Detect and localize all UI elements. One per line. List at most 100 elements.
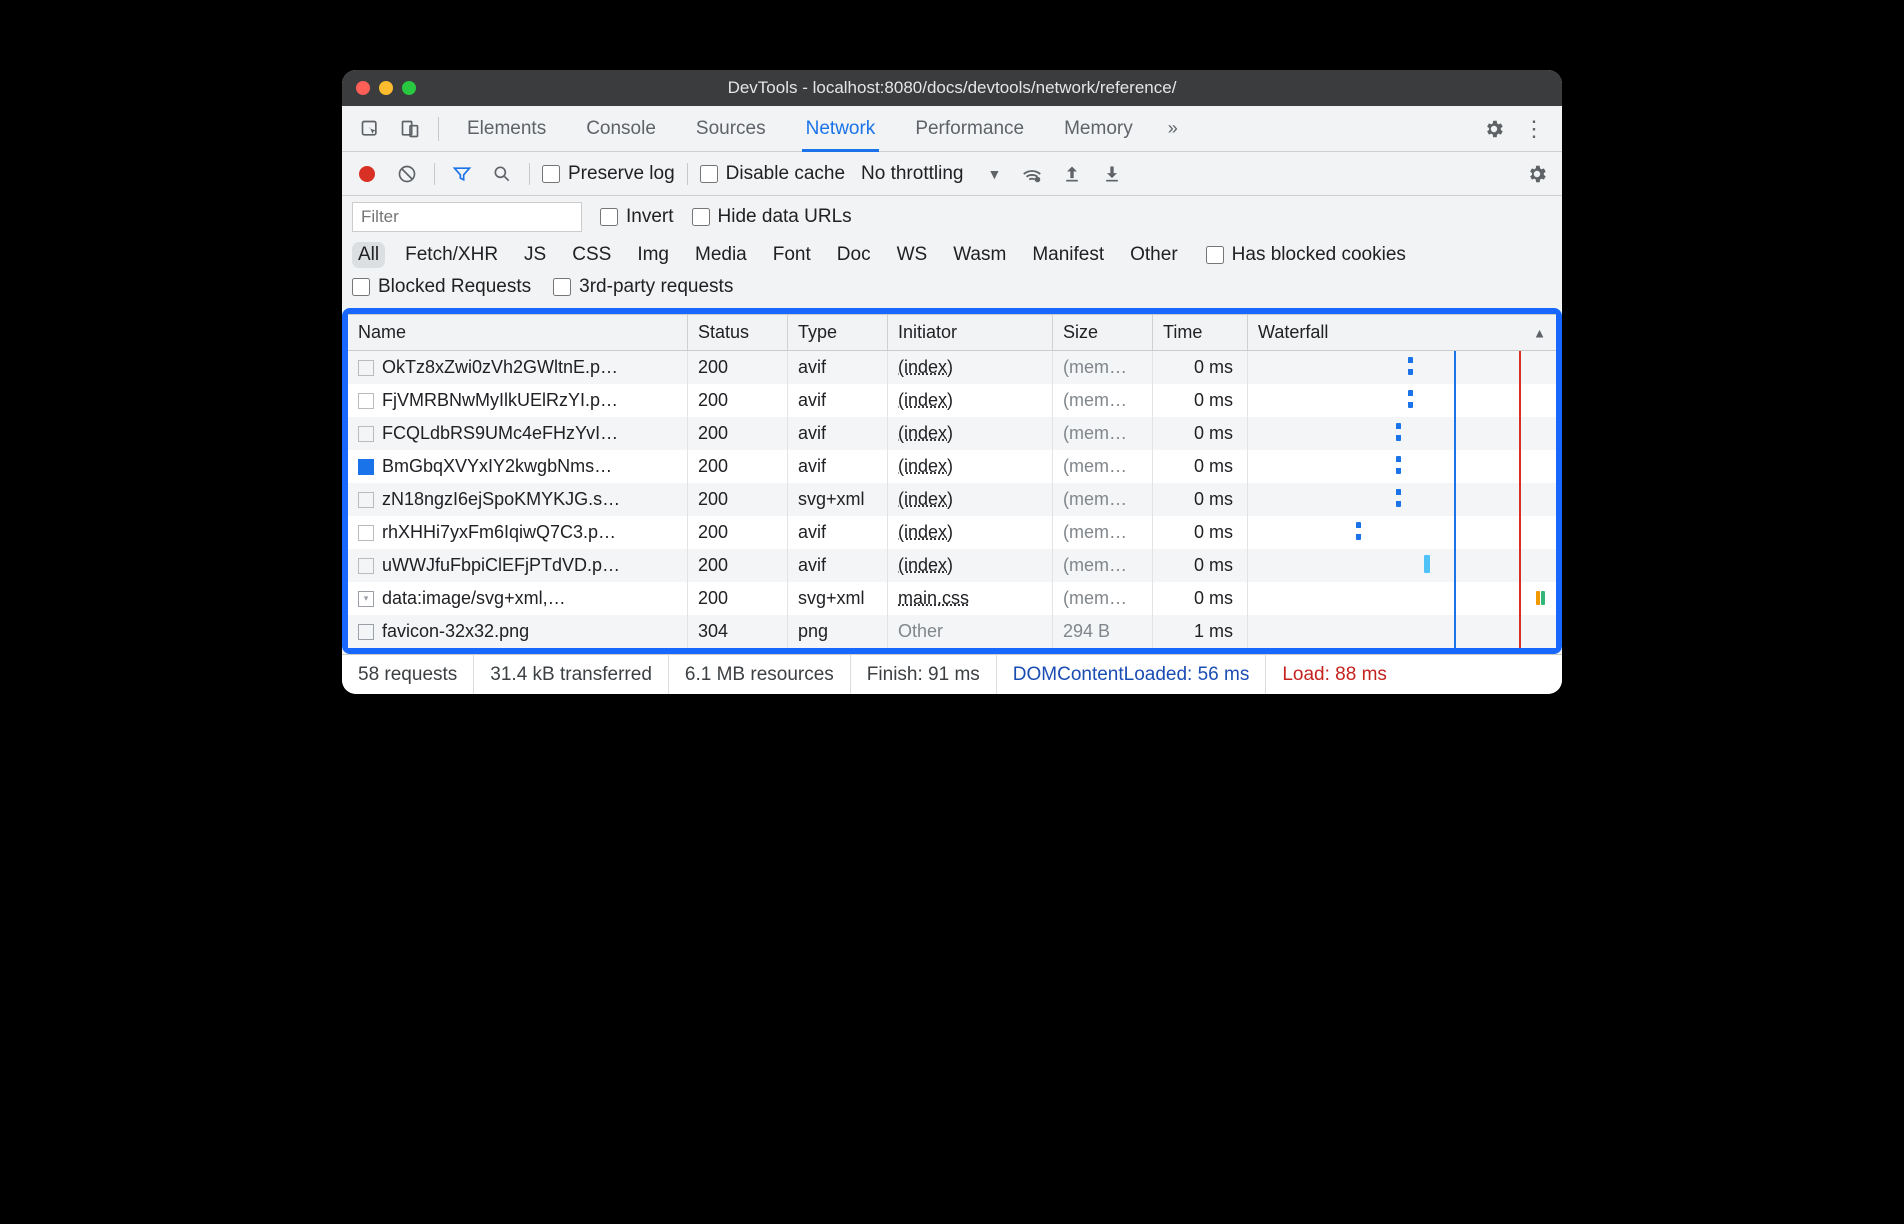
cell-type: avif — [788, 351, 888, 384]
inspect-icon[interactable] — [352, 111, 388, 147]
table-row[interactable]: FjVMRBNwMyIlkUElRzYI.p…200avif(index)(me… — [348, 384, 1556, 417]
preserve-log-checkbox[interactable]: Preserve log — [542, 163, 675, 185]
third-party-label: 3rd-party requests — [579, 276, 733, 298]
cell-initiator[interactable]: (index) — [888, 549, 1053, 582]
table-row[interactable]: favicon-32x32.png304pngOther294 B1 ms — [348, 615, 1556, 648]
panel-settings-icon[interactable] — [1522, 159, 1552, 189]
invert-checkbox[interactable]: Invert — [600, 206, 674, 228]
cell-size: 294 B — [1053, 615, 1153, 648]
cell-initiator[interactable]: (index) — [888, 483, 1053, 516]
third-party-checkbox[interactable]: 3rd-party requests — [553, 276, 733, 298]
cell-initiator: Other — [888, 615, 1053, 648]
stat-transferred: 31.4 kB transferred — [474, 655, 669, 694]
filter-media[interactable]: Media — [689, 242, 753, 268]
filter-fetchxhr[interactable]: Fetch/XHR — [399, 242, 504, 268]
devtools-window: DevTools - localhost:8080/docs/devtools/… — [342, 70, 1562, 694]
cell-initiator[interactable]: (index) — [888, 384, 1053, 417]
cell-time: 0 ms — [1153, 549, 1248, 582]
device-toggle-icon[interactable] — [392, 111, 428, 147]
zoom-button[interactable] — [402, 81, 416, 95]
table-row[interactable]: uWWJfuFbpiClEFjPTdVD.p…200avif(index)(me… — [348, 549, 1556, 582]
upload-icon[interactable] — [1057, 159, 1087, 189]
filter-css[interactable]: CSS — [566, 242, 617, 268]
table-row[interactable]: zN18ngzI6ejSpoKMYKJG.s…200svg+xml(index)… — [348, 483, 1556, 516]
search-icon[interactable] — [487, 159, 517, 189]
has-blocked-cookies-input[interactable] — [1206, 246, 1224, 264]
clear-icon[interactable] — [392, 159, 422, 189]
status-bar: 58 requests 31.4 kB transferred 6.1 MB r… — [342, 654, 1562, 694]
tab-sources[interactable]: Sources — [678, 106, 784, 151]
table-row[interactable]: BmGbqXVYxIY2kwgbNms…200avif(index)(mem…0… — [348, 450, 1556, 483]
filter-other[interactable]: Other — [1124, 242, 1184, 268]
hide-data-urls-checkbox[interactable]: Hide data URLs — [692, 206, 852, 228]
filter-img[interactable]: Img — [631, 242, 675, 268]
has-blocked-cookies-checkbox[interactable]: Has blocked cookies — [1206, 244, 1406, 266]
record-button[interactable] — [352, 159, 382, 189]
filter-doc[interactable]: Doc — [831, 242, 877, 268]
cell-waterfall — [1248, 582, 1556, 615]
more-tabs-icon[interactable]: » — [1155, 111, 1191, 147]
col-waterfall[interactable]: Waterfall ▲ — [1248, 315, 1556, 350]
tab-console[interactable]: Console — [568, 106, 674, 151]
cell-name: OkTz8xZwi0zVh2GWltnE.p… — [348, 351, 688, 384]
cell-size: (mem… — [1053, 483, 1153, 516]
invert-input[interactable] — [600, 208, 618, 226]
col-size[interactable]: Size — [1053, 315, 1153, 350]
cell-time: 0 ms — [1153, 384, 1248, 417]
resource-name: FCQLdbRS9UMc4eFHzYvI… — [382, 423, 618, 444]
blocked-requests-checkbox[interactable]: Blocked Requests — [352, 276, 531, 298]
resource-icon — [358, 360, 374, 376]
filter-font[interactable]: Font — [767, 242, 817, 268]
filter-ws[interactable]: WS — [891, 242, 934, 268]
resource-name: rhXHHi7yxFm6IqiwQ7C3.p… — [382, 522, 616, 543]
filter-wasm[interactable]: Wasm — [947, 242, 1012, 268]
filter-icon[interactable] — [447, 159, 477, 189]
cell-name: BmGbqXVYxIY2kwgbNms… — [348, 450, 688, 483]
network-conditions-icon[interactable] — [1017, 159, 1047, 189]
filter-all[interactable]: All — [352, 242, 385, 268]
cell-initiator[interactable]: (index) — [888, 417, 1053, 450]
hide-data-urls-input[interactable] — [692, 208, 710, 226]
tab-memory[interactable]: Memory — [1046, 106, 1151, 151]
cell-type: png — [788, 615, 888, 648]
third-party-input[interactable] — [553, 278, 571, 296]
resource-icon — [358, 492, 374, 508]
filter-input[interactable] — [352, 202, 582, 232]
cell-status: 200 — [688, 351, 788, 384]
kebab-menu-icon[interactable]: ⋮ — [1516, 111, 1552, 147]
cell-initiator[interactable]: (index) — [888, 516, 1053, 549]
separator — [687, 163, 688, 185]
throttling-select[interactable]: No throttling ▼ — [855, 163, 1007, 185]
download-icon[interactable] — [1097, 159, 1127, 189]
tab-network[interactable]: Network — [788, 106, 894, 151]
tab-elements[interactable]: Elements — [449, 106, 564, 151]
col-time[interactable]: Time — [1153, 315, 1248, 350]
minimize-button[interactable] — [379, 81, 393, 95]
main-tabbar: Elements Console Sources Network Perform… — [342, 106, 1562, 152]
stat-resources: 6.1 MB resources — [669, 655, 851, 694]
col-status[interactable]: Status — [688, 315, 788, 350]
preserve-log-label: Preserve log — [568, 163, 675, 185]
blocked-requests-input[interactable] — [352, 278, 370, 296]
resource-name: OkTz8xZwi0zVh2GWltnE.p… — [382, 357, 618, 378]
table-row[interactable]: rhXHHi7yxFm6IqiwQ7C3.p…200avif(index)(me… — [348, 516, 1556, 549]
close-button[interactable] — [356, 81, 370, 95]
cell-initiator[interactable]: (index) — [888, 351, 1053, 384]
filter-manifest[interactable]: Manifest — [1026, 242, 1110, 268]
col-name[interactable]: Name — [348, 315, 688, 350]
table-row[interactable]: FCQLdbRS9UMc4eFHzYvI…200avif(index)(mem…… — [348, 417, 1556, 450]
col-initiator[interactable]: Initiator — [888, 315, 1053, 350]
resource-name: data:image/svg+xml,… — [382, 588, 566, 609]
disable-cache-input[interactable] — [700, 165, 718, 183]
disable-cache-checkbox[interactable]: Disable cache — [700, 163, 845, 185]
preserve-log-input[interactable] — [542, 165, 560, 183]
settings-icon[interactable] — [1476, 111, 1512, 147]
cell-initiator[interactable]: (index) — [888, 450, 1053, 483]
col-type[interactable]: Type — [788, 315, 888, 350]
cell-initiator[interactable]: main.css — [888, 582, 1053, 615]
cell-time: 0 ms — [1153, 450, 1248, 483]
table-row[interactable]: ▾data:image/svg+xml,…200svg+xmlmain.css(… — [348, 582, 1556, 615]
filter-js[interactable]: JS — [518, 242, 552, 268]
table-row[interactable]: OkTz8xZwi0zVh2GWltnE.p…200avif(index)(me… — [348, 351, 1556, 384]
tab-performance[interactable]: Performance — [897, 106, 1042, 151]
